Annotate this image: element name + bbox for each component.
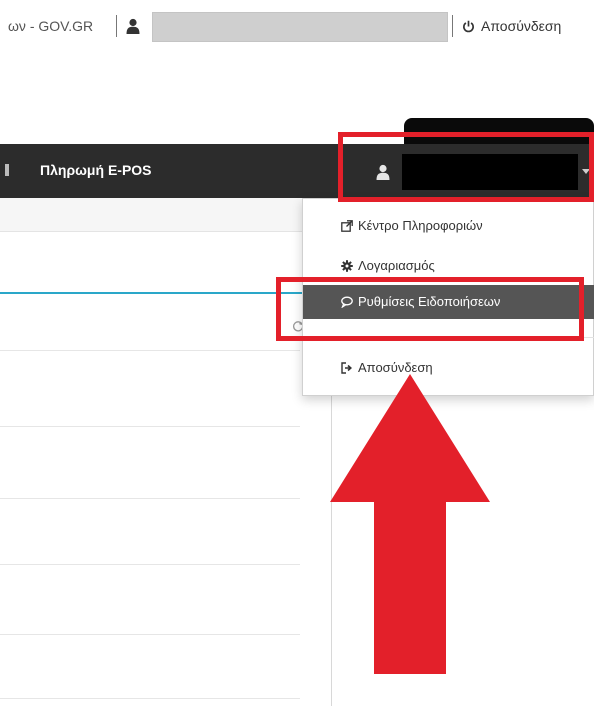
username-field-redacted: [152, 12, 448, 42]
menu-item-label: Κέντρο Πληροφοριών: [358, 218, 483, 233]
table-row-divider: [0, 498, 300, 499]
table-row-divider: [0, 426, 300, 427]
sign-out-icon: [341, 362, 353, 374]
table-row-divider: [0, 698, 300, 699]
highlight-box-user-menu: [338, 132, 594, 202]
content-subbar: [0, 198, 332, 232]
separator: [452, 15, 453, 37]
user-icon: [126, 18, 140, 34]
table-row-divider: [0, 634, 300, 635]
highlight-box-notification-settings: [276, 277, 584, 341]
nav-item-fragment: [5, 164, 9, 176]
separator: [116, 15, 117, 37]
top-logout-link[interactable]: Αποσύνδεση: [462, 18, 561, 34]
logout-label: Αποσύνδεση: [481, 18, 562, 34]
main-content: [0, 198, 332, 706]
external-link-icon: [341, 220, 353, 232]
table-row-divider: [0, 350, 300, 351]
up-arrow-annotation: [330, 374, 490, 674]
menu-item-label: Λογαριασμός: [358, 258, 435, 273]
gear-icon: [341, 260, 353, 272]
power-icon: [463, 20, 474, 32]
table-row-divider: [0, 564, 300, 565]
top-gov-bar: ων - GOV.GR Αποσύνδεση: [0, 0, 594, 56]
site-name[interactable]: ων - GOV.GR: [8, 18, 93, 34]
nav-item-epos-payment[interactable]: Πληρωμή E-POS: [40, 162, 152, 178]
menu-item-label: Αποσύνδεση: [358, 360, 433, 375]
menu-item-info-center[interactable]: Κέντρο Πληροφοριών: [303, 209, 594, 243]
